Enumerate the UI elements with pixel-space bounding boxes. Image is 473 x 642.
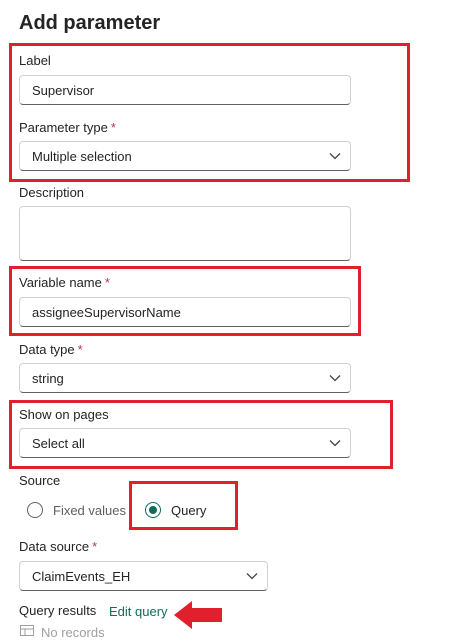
data-source-value: ClaimEvents_EH xyxy=(32,568,131,584)
data-type-label: Data type * xyxy=(19,342,83,357)
description-label: Description xyxy=(19,185,85,200)
parameter-type-dropdown[interactable]: Multiple selection xyxy=(19,141,351,171)
radio-circle xyxy=(27,502,43,518)
chevron-down-icon xyxy=(237,562,267,590)
arrow-left-icon xyxy=(172,599,224,636)
show-on-pages-label: Show on pages xyxy=(19,407,109,422)
required-marker: * xyxy=(104,275,110,290)
radio-circle-selected xyxy=(145,502,161,518)
parameter-type-label: Parameter type * xyxy=(19,120,116,135)
data-source-dropdown[interactable]: ClaimEvents_EH xyxy=(19,561,268,591)
required-marker: * xyxy=(77,342,83,357)
label-input[interactable]: Supervisor xyxy=(19,75,351,105)
label-field-label: Label xyxy=(19,53,51,68)
chevron-down-icon xyxy=(320,142,350,170)
page-title: Add parameter xyxy=(19,12,161,34)
edit-query-link[interactable]: Edit query xyxy=(109,604,168,619)
source-label: Source xyxy=(19,473,61,488)
data-source-label: Data source * xyxy=(19,539,98,554)
radio-fixed-values[interactable]: Fixed values xyxy=(27,502,126,518)
description-textarea[interactable] xyxy=(19,206,351,261)
chevron-down-icon xyxy=(320,364,350,392)
radio-query-label: Query xyxy=(171,502,207,518)
data-type-dropdown[interactable]: string xyxy=(19,363,351,393)
radio-query[interactable]: Query xyxy=(145,502,206,518)
radio-fixed-values-label: Fixed values xyxy=(53,502,126,518)
show-on-pages-dropdown[interactable]: Select all xyxy=(19,428,351,458)
show-on-pages-value: Select all xyxy=(32,435,85,451)
no-records-text: No records xyxy=(41,624,105,640)
variable-name-input[interactable]: assigneeSupervisorName xyxy=(19,297,351,327)
variable-name-label: Variable name * xyxy=(19,275,110,290)
no-records-row: No records xyxy=(20,623,105,641)
chevron-down-icon xyxy=(320,429,350,457)
variable-name-value: assigneeSupervisorName xyxy=(32,304,181,320)
required-marker: * xyxy=(92,539,98,554)
required-marker: * xyxy=(110,120,116,135)
data-type-value: string xyxy=(32,370,64,386)
parameter-type-value: Multiple selection xyxy=(32,148,132,164)
table-icon xyxy=(20,623,34,641)
label-input-value: Supervisor xyxy=(32,82,95,98)
query-results-label: Query results xyxy=(19,603,97,618)
